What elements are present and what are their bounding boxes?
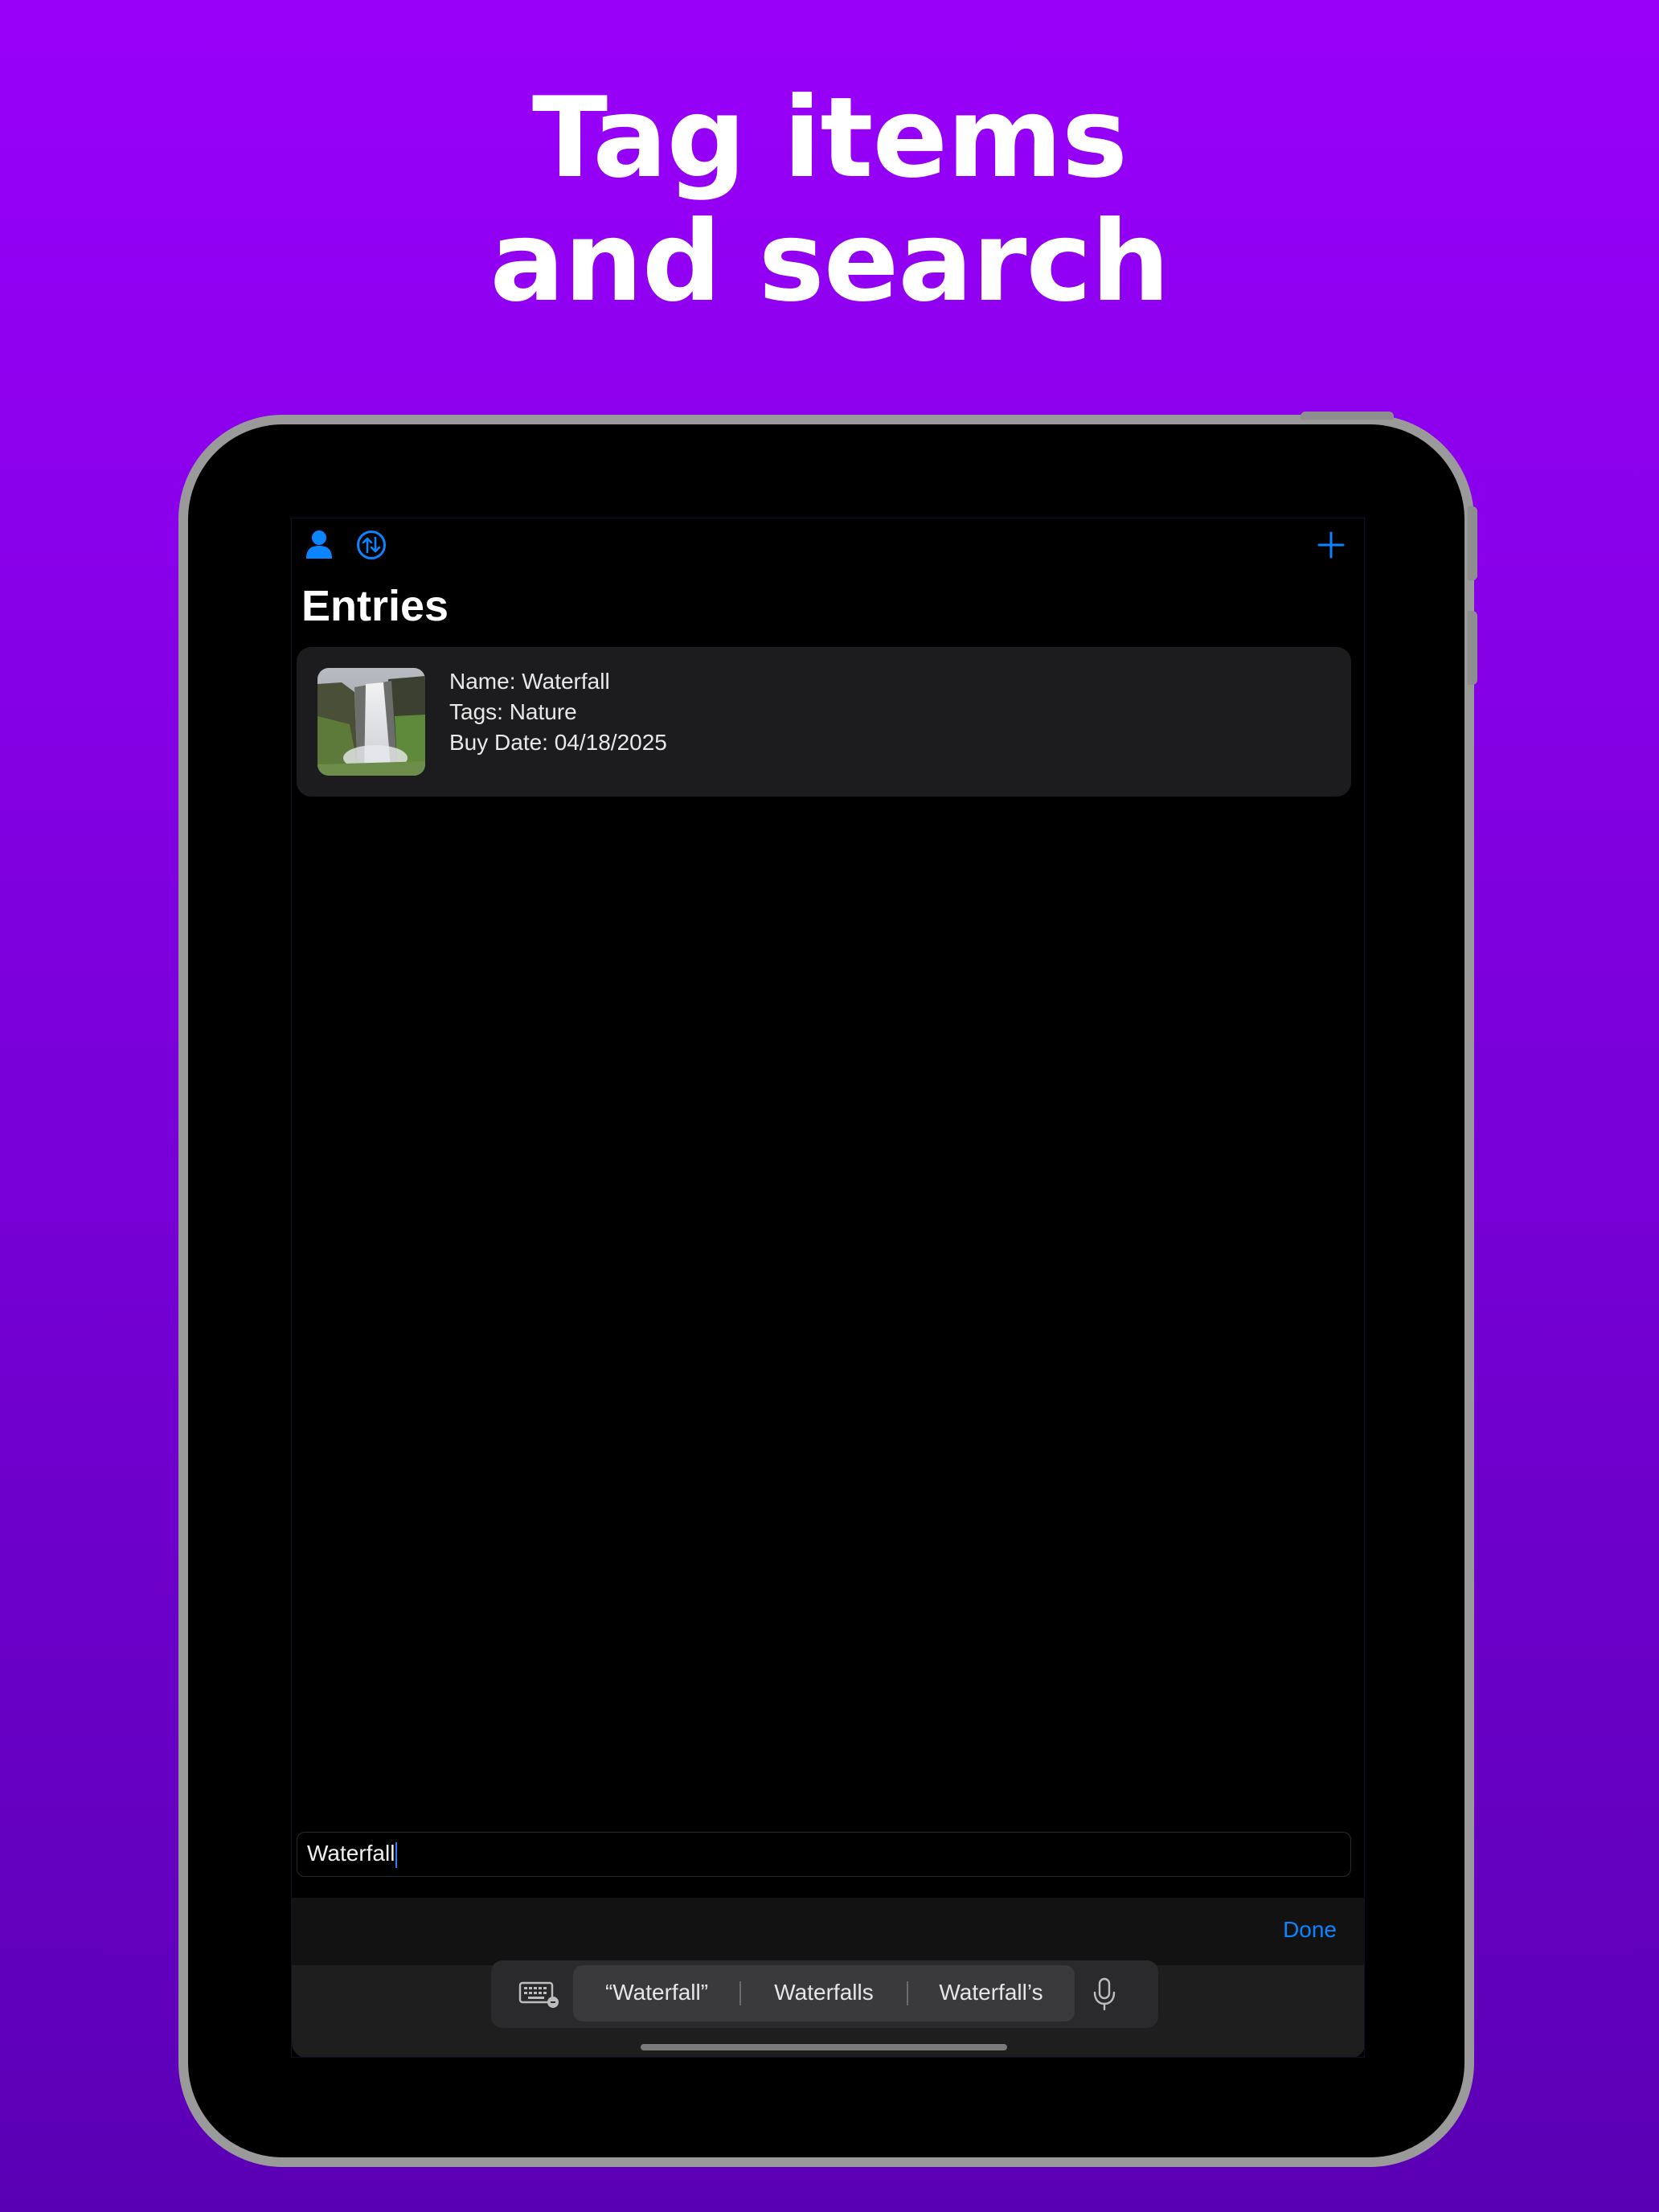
top-button <box>1301 412 1394 420</box>
list-item[interactable]: Name: Waterfall Tags: Nature Buy Date: 0… <box>297 647 1351 797</box>
home-indicator <box>641 2044 1007 2050</box>
entry-name: Name: Waterfall <box>449 669 610 694</box>
page-title: Entries <box>301 582 449 630</box>
volume-up-button <box>1468 506 1477 580</box>
suggestion-3[interactable]: Waterfall’s <box>907 1980 1075 2005</box>
search-field[interactable]: Waterfall <box>297 1832 1351 1877</box>
headline-line-1: Tag items <box>531 73 1128 203</box>
app-screen: Entries Name: Waterfall Tags: Nature Buy… <box>291 518 1365 2058</box>
entry-tags: Tags: Nature <box>449 699 577 724</box>
waterfall-thumbnail <box>317 668 425 776</box>
suggestion-1[interactable]: “Waterfall” <box>573 1980 740 2005</box>
keyboard-icon[interactable] <box>518 1978 560 2010</box>
predictive-bar: “Waterfall” Waterfalls Waterfall’s <box>491 1960 1158 2028</box>
entry-buy-date: Buy Date: 04/18/2025 <box>449 730 667 755</box>
suggestion-2[interactable]: Waterfalls <box>740 1980 907 2005</box>
done-button[interactable]: Done <box>1283 1917 1337 1943</box>
text-caret <box>395 1841 398 1868</box>
person-icon[interactable] <box>305 530 334 560</box>
headline: Tag items and search <box>0 76 1659 324</box>
search-input-value[interactable]: Waterfall <box>307 1841 398 1868</box>
headline-line-2: and search <box>490 197 1169 326</box>
volume-down-button <box>1468 611 1477 685</box>
suggestion-group: “Waterfall” Waterfalls Waterfall’s <box>573 1965 1075 2022</box>
plus-icon[interactable] <box>1316 530 1346 560</box>
keyboard-accessory-bar: Done <box>292 1898 1364 1965</box>
keyboard-assistant-area: “Waterfall” Waterfalls Waterfall’s <box>292 1960 1364 2057</box>
entry-details: Name: Waterfall Tags: Nature Buy Date: 0… <box>449 666 667 758</box>
microphone-icon[interactable] <box>1091 1976 1118 2012</box>
sort-arrows-icon[interactable] <box>356 530 387 560</box>
